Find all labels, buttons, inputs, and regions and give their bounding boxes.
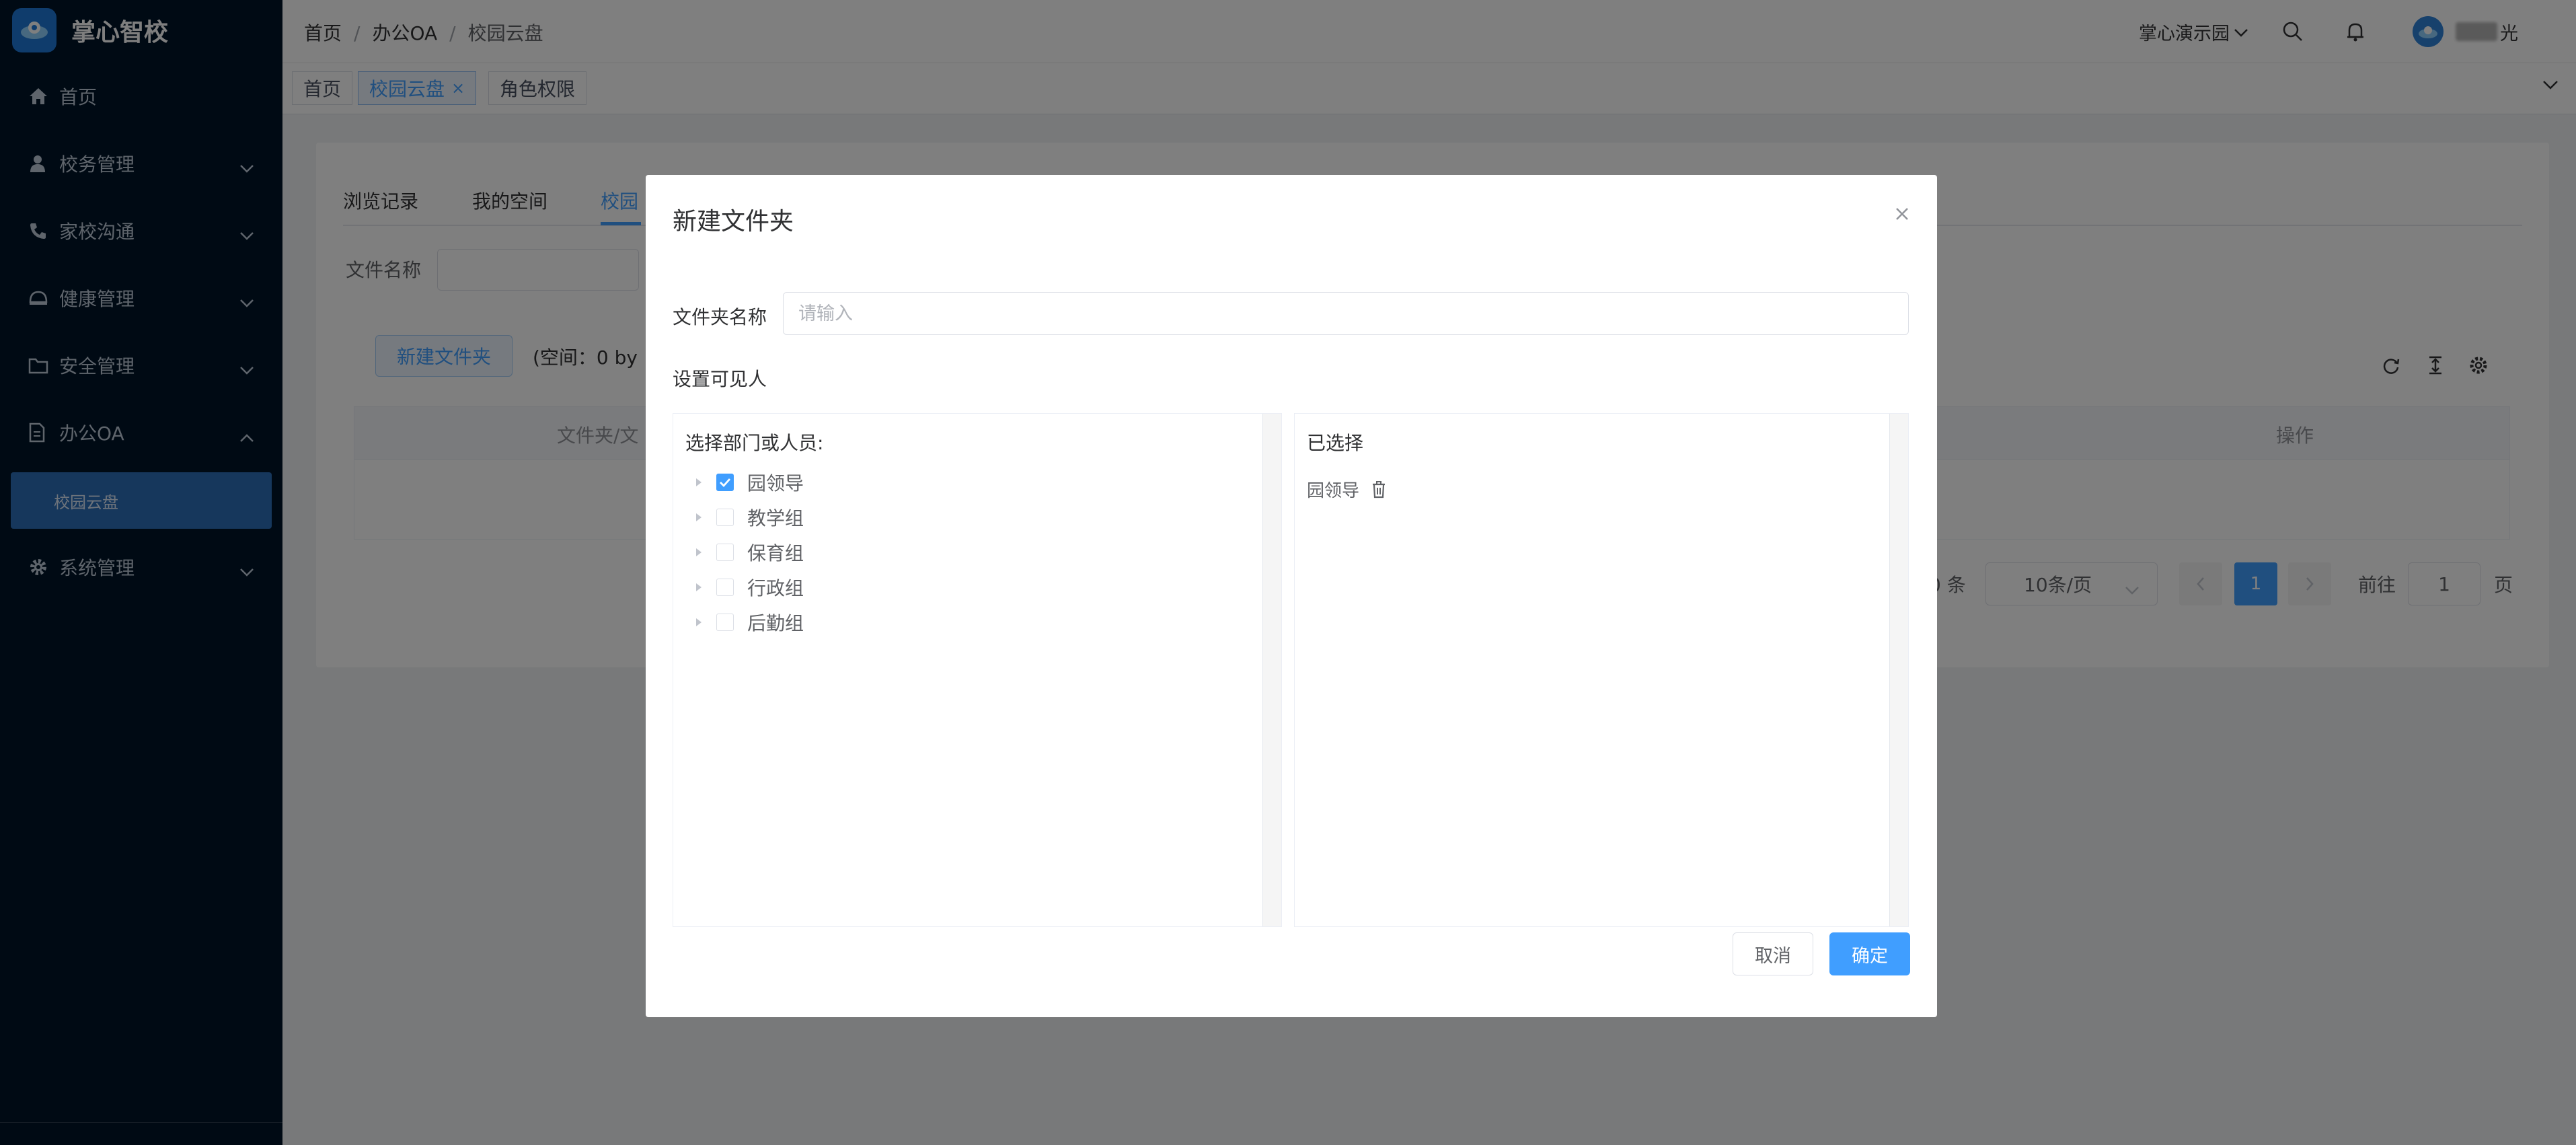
- checkbox[interactable]: [716, 544, 734, 561]
- scrollbar[interactable]: [1889, 414, 1908, 926]
- panel-title: 选择部门或人员:: [685, 432, 824, 454]
- dialog-title: 新建文件夹: [673, 208, 794, 235]
- tree-node[interactable]: 后勤组: [696, 607, 804, 637]
- panel-title: 已选择: [1307, 432, 1364, 454]
- visibility-label: 设置可见人: [673, 368, 767, 390]
- selected-item-label: 园领导: [1307, 481, 1360, 501]
- new-folder-dialog: 新建文件夹 文件夹名称 设置可见人 选择部门或人员: 园领导 教学组 保育组 行…: [646, 175, 1937, 1017]
- checkbox[interactable]: [716, 579, 734, 596]
- checkbox[interactable]: [716, 614, 734, 631]
- folder-name-label: 文件夹名称: [673, 306, 767, 328]
- scrollbar[interactable]: [1262, 414, 1281, 926]
- tree-node[interactable]: 行政组: [696, 572, 804, 602]
- tree-node-label: 教学组: [747, 507, 804, 529]
- tree-node[interactable]: 保育组: [696, 538, 804, 567]
- caret-right-icon[interactable]: [696, 513, 702, 521]
- caret-right-icon[interactable]: [696, 548, 702, 556]
- selected-item: 园领导: [1307, 477, 1386, 502]
- selected-panel: 已选择 园领导: [1294, 413, 1909, 927]
- checkbox[interactable]: [716, 509, 734, 526]
- tree-node[interactable]: 园领导: [696, 468, 804, 497]
- cancel-button[interactable]: 取消: [1733, 932, 1813, 975]
- caret-right-icon[interactable]: [696, 478, 702, 486]
- tree-node-label: 园领导: [747, 472, 804, 494]
- tree-node-label: 保育组: [747, 542, 804, 564]
- confirm-button[interactable]: 确定: [1829, 932, 1910, 975]
- tree-node[interactable]: 教学组: [696, 503, 804, 532]
- checkbox[interactable]: [716, 474, 734, 491]
- folder-name-input[interactable]: [783, 292, 1909, 335]
- department-select-panel: 选择部门或人员: 园领导 教学组 保育组 行政组 后勤组: [673, 413, 1282, 927]
- tree-node-label: 行政组: [747, 577, 804, 599]
- close-icon[interactable]: [1894, 206, 1910, 225]
- tree-node-label: 后勤组: [747, 612, 804, 634]
- caret-right-icon[interactable]: [696, 618, 702, 626]
- trash-icon[interactable]: [1371, 480, 1386, 498]
- caret-right-icon[interactable]: [696, 583, 702, 591]
